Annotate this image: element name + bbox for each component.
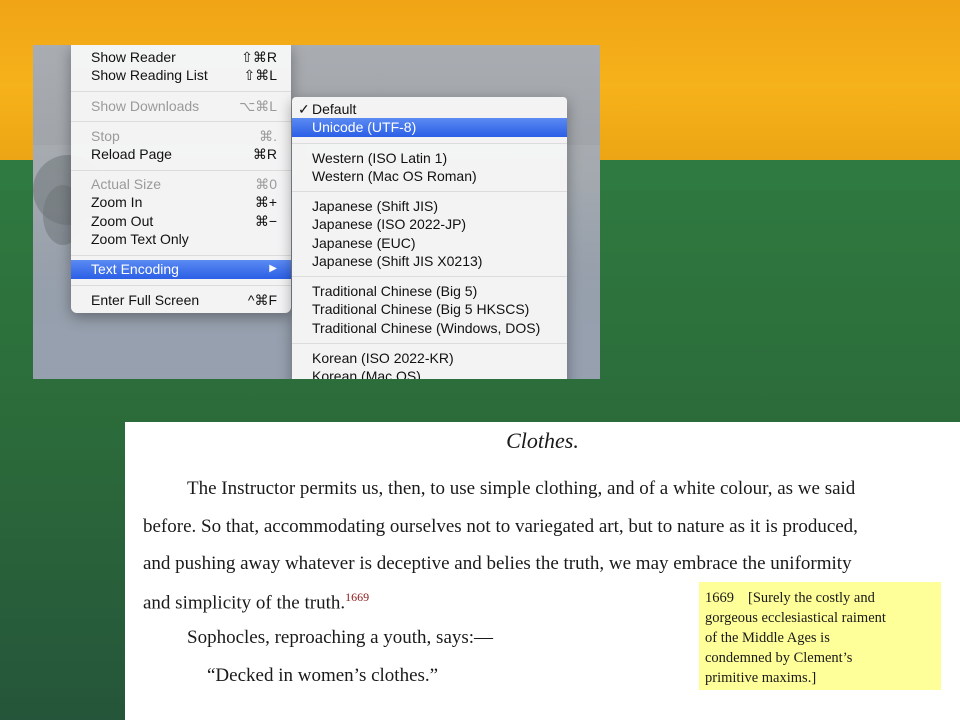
menu-separator <box>71 170 291 171</box>
browser-screenshot: Show Reader ⇧⌘R Show Reading List ⇧⌘L Show… <box>33 45 600 379</box>
menu-item-show-reading-list[interactable]: Show Reading List ⇧⌘L <box>71 66 291 84</box>
footnote-line: 1669 [Surely the costly and <box>705 590 875 606</box>
menu-item-zoom-in[interactable]: Zoom In ⌘+ <box>71 193 291 211</box>
view-menu: Show Reader ⇧⌘R Show Reading List ⇧⌘L Show… <box>71 45 291 313</box>
menu-separator <box>292 343 567 344</box>
menu-item-stop: Stop ⌘. <box>91 128 277 144</box>
menu-separator <box>71 255 291 256</box>
footnote-line: gorgeous ecclesiastical raiment <box>705 610 886 626</box>
submenu-arrow-icon: ▶ <box>269 263 277 274</box>
menu-item-enter-full-screen[interactable]: Enter Full Screen ^⌘F <box>71 291 291 309</box>
menu-separator <box>71 121 291 122</box>
menu-item-zoom-out[interactable]: Zoom Out ⌘− <box>71 212 291 230</box>
paragraph-line: The Instructor permits us, then, to use … <box>187 478 856 499</box>
menu-separator <box>71 91 291 92</box>
menu-item-reload-page[interactable]: Reload Page ⌘R <box>71 145 291 163</box>
encoding-item-utf8[interactable]: Unicode (UTF-8) <box>292 118 567 137</box>
footnote-box: 1669 [Surely the costly and gorgeous eccl… <box>699 582 941 690</box>
encoding-item-western-latin1[interactable]: Western (ISO Latin 1) <box>292 149 567 167</box>
footnote-line: condemned by Clement’s <box>705 650 853 666</box>
encoding-item-korean-macos[interactable]: Korean (Mac OS) <box>292 367 567 379</box>
checkmark-icon: ✓ <box>298 101 310 117</box>
encoding-item-korean-iso2022kr[interactable]: Korean (ISO 2022-KR) <box>292 349 567 367</box>
footnote-line: primitive maxims.] <box>705 670 817 686</box>
menu-item-actual-size: Actual Size ⌘0 <box>91 176 277 192</box>
menu-separator <box>292 276 567 277</box>
encoding-item-japanese-iso2022jp[interactable]: Japanese (ISO 2022-JP) <box>292 215 567 233</box>
encoding-item-japanese-shiftjisx0213[interactable]: Japanese (Shift JIS X0213) <box>292 252 567 270</box>
paragraph-line: and pushing away whatever is deceptive a… <box>143 553 852 574</box>
encoding-item-tchinese-windows[interactable]: Traditional Chinese (Windows, DOS) <box>292 319 567 337</box>
footnote-reference[interactable]: 1669 <box>345 590 369 604</box>
document-page: Clothes. The Instructor permits us, then… <box>125 422 960 720</box>
footnote-line: of the Middle Ages is <box>705 630 830 646</box>
encoding-item-japanese-shiftjis[interactable]: Japanese (Shift JIS) <box>292 197 567 215</box>
encoding-item-western-macroman[interactable]: Western (Mac OS Roman) <box>292 167 567 185</box>
encoding-item-tchinese-big5[interactable]: Traditional Chinese (Big 5) <box>292 282 567 300</box>
menu-item-zoom-text-only[interactable]: Zoom Text Only <box>71 230 291 248</box>
menu-separator <box>71 285 291 286</box>
menu-item-show-downloads: Show Downloads ⌥⌘L <box>91 98 277 114</box>
text-encoding-submenu: ✓ Default Unicode (UTF-8) Western (ISO La… <box>292 97 567 379</box>
menu-item-show-reader[interactable]: Show Reader ⇧⌘R <box>71 48 291 66</box>
encoding-item-default[interactable]: ✓ Default <box>292 100 567 118</box>
menu-item-text-encoding[interactable]: Text Encoding ▶ <box>71 260 291 279</box>
footnote-number: 1669 <box>705 590 734 606</box>
paragraph-line: before. So that, accommodating ourselves… <box>143 516 858 537</box>
encoding-item-japanese-euc[interactable]: Japanese (EUC) <box>292 234 567 252</box>
encoding-item-tchinese-big5hkscs[interactable]: Traditional Chinese (Big 5 HKSCS) <box>292 300 567 318</box>
paragraph-line: and simplicity of the truth.1669 <box>143 590 369 614</box>
menu-separator <box>292 191 567 192</box>
document-title: Clothes. <box>506 428 579 453</box>
menu-separator <box>292 143 567 144</box>
paragraph-line: Sophocles, reproaching a youth, says:— <box>187 627 494 648</box>
quotation-line: “Decked in women’s clothes.” <box>207 665 439 686</box>
paragraph-line-text: and simplicity of the truth. <box>143 592 346 614</box>
